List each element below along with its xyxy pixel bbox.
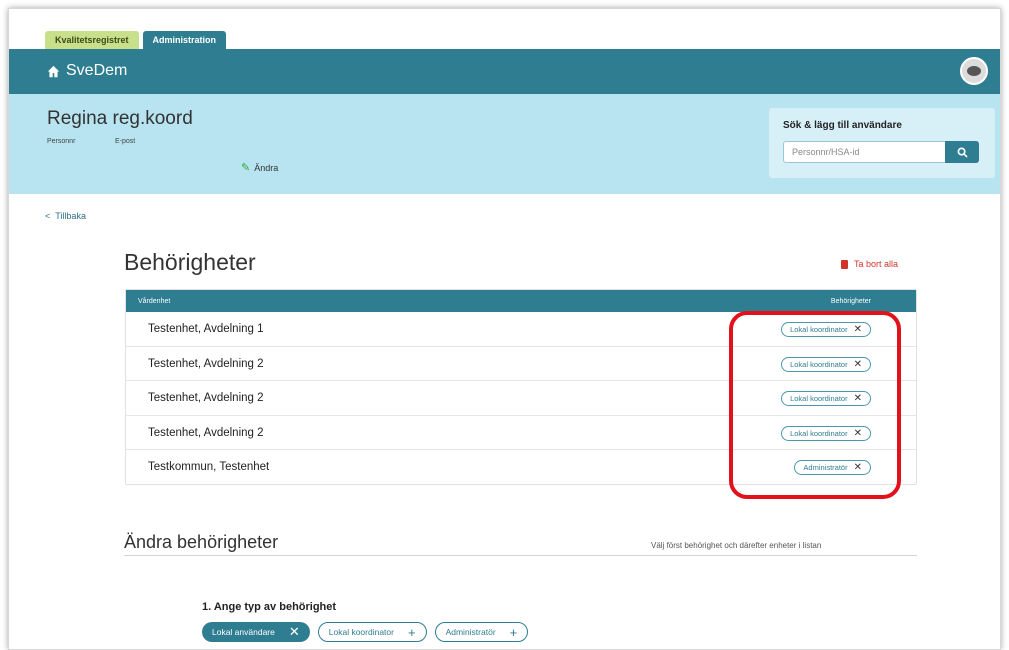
search-icon <box>957 147 968 158</box>
user-search-panel: Sök & lägg till användare Personnr/HSA-i… <box>769 108 995 178</box>
option-administrator[interactable]: Administratör + <box>434 622 529 642</box>
personnr-label: Personnr <box>47 138 76 145</box>
search-button[interactable] <box>945 141 979 163</box>
brand-home-link[interactable]: SveDem <box>47 62 127 80</box>
section-divider <box>124 555 917 556</box>
unit-name: Testenhet, Avdelning 2 <box>148 426 264 439</box>
email-label: E-post <box>115 138 136 145</box>
unit-name: Testenhet, Avdelning 2 <box>148 392 264 404</box>
back-label: Tillbaka <box>55 211 86 221</box>
remove-all-button[interactable]: Ta bort alla <box>841 259 898 269</box>
back-link[interactable]: < Tillbaka <box>45 211 86 221</box>
edit-user-label: Ändra <box>254 162 279 173</box>
tab-kvalitetsregistret[interactable]: Kvalitetsregistret <box>45 31 139 49</box>
highlight-annotation <box>729 311 901 499</box>
option-lokal-koordinator[interactable]: Lokal koordinator + <box>317 622 427 642</box>
plus-icon: + <box>407 624 416 640</box>
column-header-permissions: Behörigheter <box>830 298 871 305</box>
close-icon: ✕ <box>288 624 300 639</box>
app-frame: Kvalitetsregistret Administration SveDem… <box>8 8 1001 650</box>
step-1-label: 1. Ange typ av behörighet <box>202 601 337 613</box>
user-info-bar: Regina reg.koord Personnr E-post ✎ Ändra… <box>9 94 1000 194</box>
user-avatar-icon[interactable] <box>960 57 988 85</box>
user-search-input[interactable]: Personnr/HSA-id <box>783 141 947 163</box>
tab-administration[interactable]: Administration <box>142 31 227 49</box>
pencil-icon: ✎ <box>241 162 251 174</box>
table-header: Vårdenhet Behörigheter <box>126 290 916 312</box>
permission-type-options: Lokal användare ✕ Lokal koordinator + Ad… <box>202 622 529 642</box>
user-search-title: Sök & lägg till användare <box>783 120 902 131</box>
unit-name: Testenhet, Avdelning 1 <box>148 323 264 335</box>
permissions-title: Behörigheter <box>124 249 256 275</box>
change-permissions-title: Ändra behörigheter <box>124 532 279 552</box>
home-icon <box>47 65 60 77</box>
unit-name: Testkommun, Testenhet <box>148 461 270 473</box>
edit-user-button[interactable]: ✎ Ändra <box>241 161 278 174</box>
change-permissions-hint: Välj först behörighet och därefter enhet… <box>651 541 822 550</box>
remove-all-label: Ta bort alla <box>854 259 899 269</box>
option-label: Lokal användare <box>212 627 275 637</box>
option-label: Administratör <box>445 627 496 637</box>
top-tabs: Kvalitetsregistret Administration <box>45 31 227 49</box>
brand-name: SveDem <box>66 62 128 79</box>
user-name: Regina reg.koord <box>47 108 193 129</box>
app-header: SveDem <box>9 49 1000 94</box>
option-lokal-anvandare[interactable]: Lokal användare ✕ <box>202 622 310 642</box>
plus-icon: + <box>509 624 518 640</box>
option-label: Lokal koordinator <box>328 627 394 637</box>
trash-icon <box>841 259 848 269</box>
column-header-unit: Vårdenhet <box>138 298 171 305</box>
unit-name: Testenhet, Avdelning 2 <box>148 357 264 370</box>
